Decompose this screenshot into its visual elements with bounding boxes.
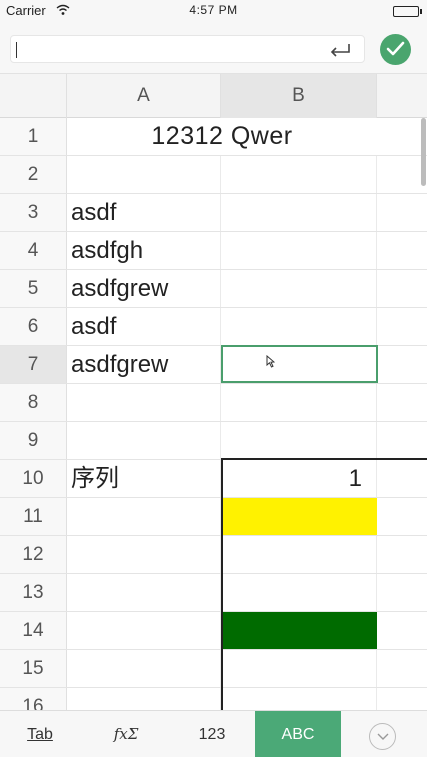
cell-a5[interactable]: asdfgrew	[67, 270, 221, 307]
row-header[interactable]: 3	[0, 194, 67, 231]
cell-a7[interactable]: asdfgrew	[67, 346, 221, 383]
row-header[interactable]: 1	[0, 118, 67, 155]
status-bar: Carrier 4:57 PM	[0, 0, 427, 24]
table-row: 10 序列 1	[0, 460, 427, 498]
table-row: 11	[0, 498, 427, 536]
cell-b14-green-fill[interactable]	[221, 612, 377, 649]
cell-b4[interactable]	[221, 232, 377, 269]
table-row: 9	[0, 422, 427, 460]
select-all-corner[interactable]	[0, 74, 67, 118]
row-header[interactable]: 5	[0, 270, 67, 307]
text-cursor	[16, 42, 17, 58]
enter-icon[interactable]	[328, 42, 352, 58]
table-row: 15	[0, 650, 427, 688]
cell-b3[interactable]	[221, 194, 377, 231]
cell-a4[interactable]: asdfgh	[67, 232, 221, 269]
confirm-button[interactable]	[380, 34, 411, 65]
row-header[interactable]: 10	[0, 460, 67, 497]
table-row: 2	[0, 156, 427, 194]
table-row: 5 asdfgrew	[0, 270, 427, 308]
spreadsheet-grid: 1 12312 Qwer 2 3 asdf 4 asdfgh 5 asdfgre…	[0, 118, 427, 710]
formula-input[interactable]	[10, 35, 365, 63]
vertical-scrollbar[interactable]	[421, 118, 426, 186]
selected-cell-b7[interactable]	[221, 345, 378, 383]
cell-a3[interactable]: asdf	[67, 194, 221, 231]
table-row: 16	[0, 688, 427, 710]
keyboard-toolbar: Tab fxΣ 123 ABC	[0, 710, 427, 757]
column-header-b[interactable]: B	[221, 74, 377, 118]
table-row: 3 asdf	[0, 194, 427, 232]
cell-b10[interactable]: 1	[221, 460, 377, 497]
table-row: 14	[0, 612, 427, 650]
chevron-down-icon	[377, 733, 389, 740]
tab-key-button[interactable]: Tab	[10, 711, 70, 757]
cell-border-top	[221, 458, 427, 460]
cell-a10[interactable]: 序列	[67, 460, 221, 497]
cell-a9[interactable]	[67, 422, 221, 459]
cell-b6[interactable]	[221, 308, 377, 345]
cell-a12[interactable]	[67, 536, 221, 573]
table-row: 4 asdfgh	[0, 232, 427, 270]
function-button[interactable]: fxΣ	[95, 711, 157, 757]
cell-b13[interactable]	[221, 574, 377, 611]
cell-a11[interactable]	[67, 498, 221, 535]
row-header[interactable]: 8	[0, 384, 67, 421]
row-header[interactable]: 13	[0, 574, 67, 611]
table-row: 1 12312 Qwer	[0, 118, 427, 156]
row-header[interactable]: 6	[0, 308, 67, 345]
cell-b15[interactable]	[221, 650, 377, 687]
cell-a16[interactable]	[67, 688, 221, 710]
checkmark-icon	[386, 41, 405, 56]
row-header[interactable]: 11	[0, 498, 67, 535]
cell-b9[interactable]	[221, 422, 377, 459]
cell-a14[interactable]	[67, 612, 221, 649]
cell-a2[interactable]	[67, 156, 221, 193]
battery-icon	[393, 6, 422, 17]
collapse-keyboard-button[interactable]	[369, 723, 396, 750]
mouse-pointer-icon	[266, 355, 275, 368]
row-header[interactable]: 9	[0, 422, 67, 459]
cell-border-left	[221, 458, 223, 710]
table-row: 6 asdf	[0, 308, 427, 346]
cell-a15[interactable]	[67, 650, 221, 687]
cell-a1[interactable]: 12312 Qwer	[67, 118, 377, 155]
cell-a6[interactable]: asdf	[67, 308, 221, 345]
row-header[interactable]: 14	[0, 612, 67, 649]
cell-b11-yellow-fill[interactable]	[221, 498, 377, 535]
cell-b5[interactable]	[221, 270, 377, 307]
cell-a8[interactable]	[67, 384, 221, 421]
text-keyboard-button[interactable]: ABC	[255, 711, 341, 757]
cell-a13[interactable]	[67, 574, 221, 611]
cell-b16[interactable]	[221, 688, 377, 710]
row-header[interactable]: 2	[0, 156, 67, 193]
column-header: A B	[0, 74, 427, 118]
numeric-keyboard-button[interactable]: 123	[172, 711, 252, 757]
cell-b2[interactable]	[221, 156, 377, 193]
column-header-a[interactable]: A	[67, 74, 221, 118]
row-header[interactable]: 15	[0, 650, 67, 687]
clock-label: 4:57 PM	[189, 3, 238, 17]
row-header[interactable]: 16	[0, 688, 67, 710]
row-header[interactable]: 12	[0, 536, 67, 573]
table-row: 13	[0, 574, 427, 612]
table-row: 8	[0, 384, 427, 422]
cell-b8[interactable]	[221, 384, 377, 421]
table-row: 12	[0, 536, 427, 574]
row-header[interactable]: 7	[0, 346, 67, 383]
formula-bar	[0, 24, 427, 74]
cell-b12[interactable]	[221, 536, 377, 573]
row-header[interactable]: 4	[0, 232, 67, 269]
